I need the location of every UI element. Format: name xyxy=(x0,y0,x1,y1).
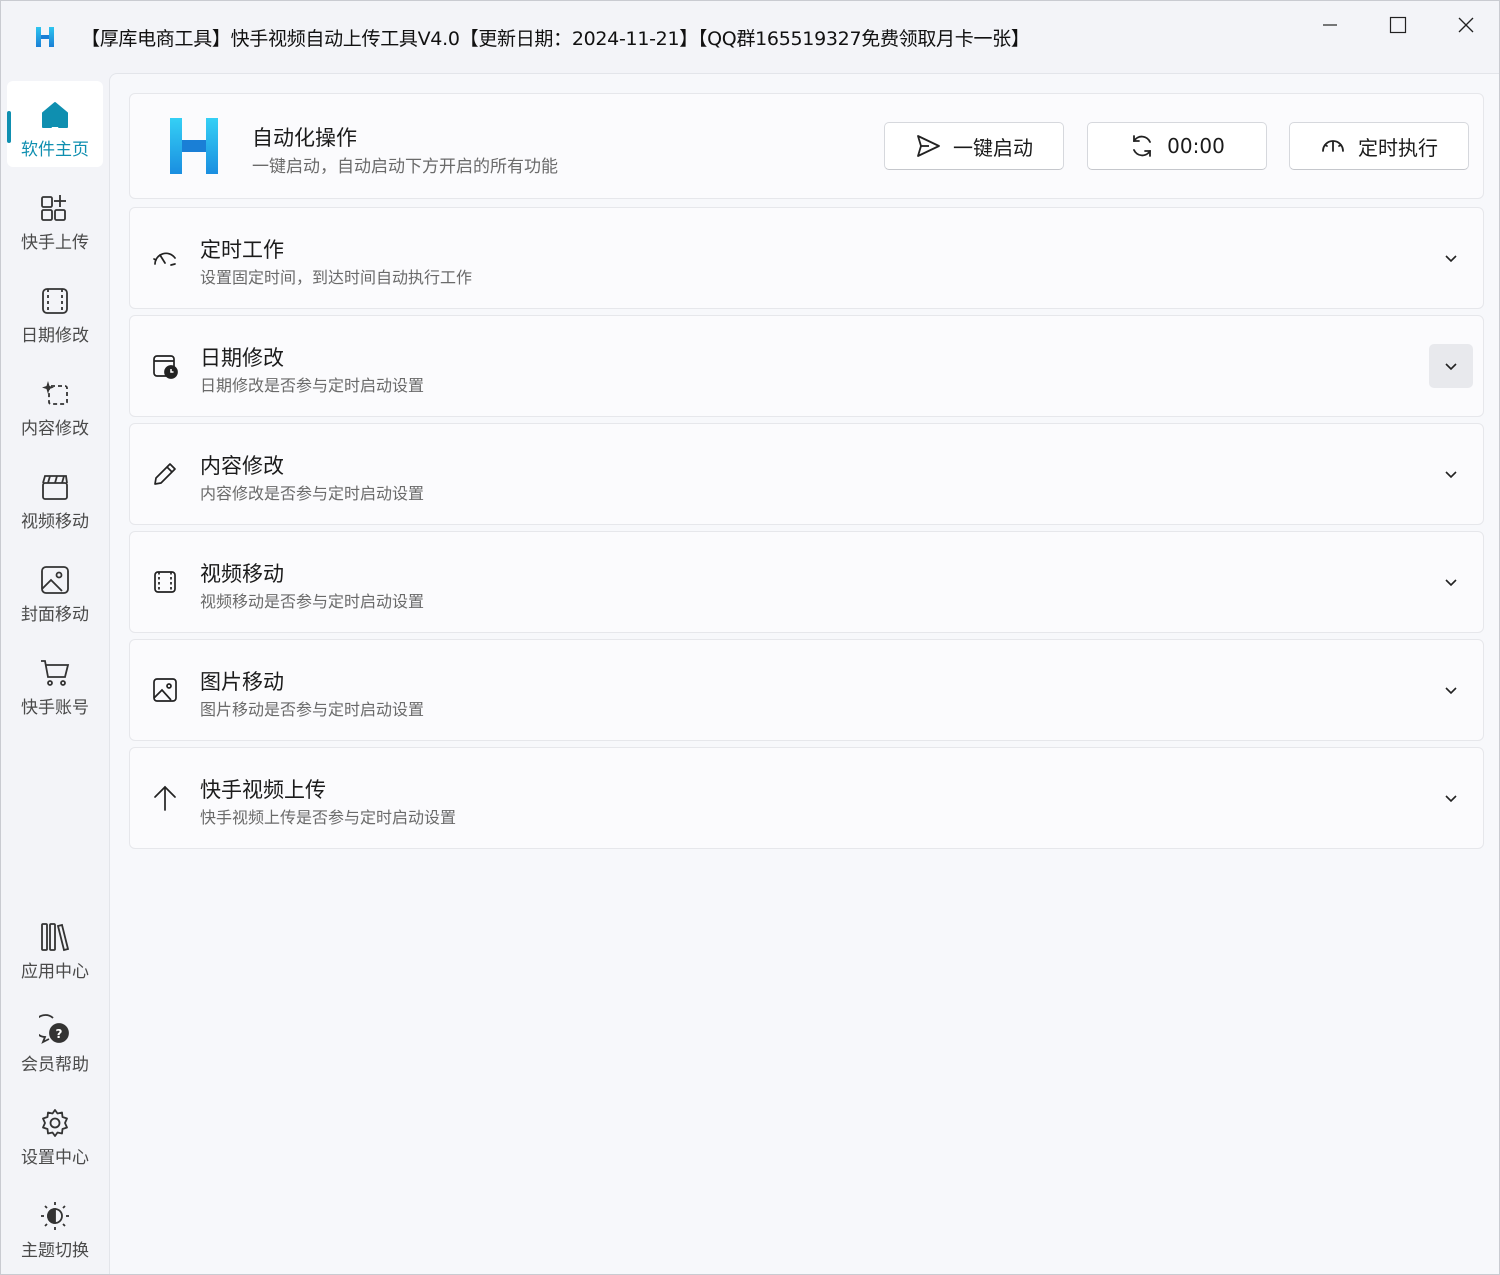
sidebar-item-cover-move[interactable]: 封面移动 xyxy=(7,546,103,632)
expand-toggle[interactable] xyxy=(1429,668,1473,712)
card-title: 视频移动 xyxy=(200,562,284,586)
sidebar-item-content-edit[interactable]: 内容修改 xyxy=(7,360,103,446)
chevron-down-icon xyxy=(1445,579,1457,587)
sidebar-item-label: 封面移动 xyxy=(21,605,89,625)
expand-toggle[interactable] xyxy=(1429,344,1473,388)
title-bar: 【厚库电商工具】快手视频自动上传工具V4.0【更新日期：2024-11-21】【… xyxy=(1,1,1499,73)
chevron-down-icon xyxy=(1445,471,1457,479)
card-subtitle: 快手视频上传是否参与定时启动设置 xyxy=(200,808,457,827)
chevron-down-icon xyxy=(1445,687,1457,695)
gear-icon xyxy=(37,1105,73,1141)
close-button[interactable] xyxy=(1433,1,1499,49)
sidebar-item-date-edit[interactable]: 日期修改 xyxy=(7,267,103,353)
cart-icon xyxy=(37,655,73,691)
hero-subtitle: 一键启动，自动启动下方开启的所有功能 xyxy=(252,157,558,177)
one-click-start-button[interactable]: 一键启动 xyxy=(884,122,1064,170)
sidebar-item-label: 内容修改 xyxy=(21,419,89,439)
sidebar: 软件主页 快手上传 日期修改 内容修改 视频移动 封面移动 快手账号 应用中心 … xyxy=(1,73,109,1275)
sidebar-item-label: 日期修改 xyxy=(21,326,89,346)
hero-title: 自动化操作 xyxy=(252,126,357,150)
close-icon xyxy=(1458,17,1474,33)
library-icon xyxy=(37,919,73,955)
timer-value: 00:00 xyxy=(1167,134,1225,158)
sidebar-item-member-help[interactable]: ? 会员帮助 xyxy=(7,996,103,1082)
sidebar-item-label: 快手账号 xyxy=(21,698,89,718)
expander-image-move[interactable]: 图片移动 图片移动是否参与定时启动设置 xyxy=(129,639,1484,741)
sidebar-item-settings[interactable]: 设置中心 xyxy=(7,1089,103,1175)
expander-kuaishou-video-upload[interactable]: 快手视频上传 快手视频上传是否参与定时启动设置 xyxy=(129,747,1484,849)
automation-header-card: 自动化操作 一键启动，自动启动下方开启的所有功能 一键启动 00:00 定时执行 xyxy=(129,93,1484,199)
window-title: 【厚库电商工具】快手视频自动上传工具V4.0【更新日期：2024-11-21】【… xyxy=(81,28,1030,50)
app-logo-icon xyxy=(36,27,54,47)
gauge-icon xyxy=(150,243,180,273)
sidebar-item-label: 会员帮助 xyxy=(21,1055,89,1075)
film-icon xyxy=(150,567,180,597)
calendar-clock-icon xyxy=(150,351,180,381)
image-icon xyxy=(150,675,180,705)
timer-button[interactable]: 00:00 xyxy=(1087,122,1267,170)
sidebar-item-app-center[interactable]: 应用中心 xyxy=(7,903,103,989)
send-icon xyxy=(915,133,941,159)
expand-toggle[interactable] xyxy=(1429,452,1473,496)
expand-toggle[interactable] xyxy=(1429,560,1473,604)
apps-add-icon xyxy=(37,190,73,226)
sidebar-item-label: 设置中心 xyxy=(21,1148,89,1168)
pencil-icon xyxy=(150,459,180,489)
expander-scheduled-work[interactable]: 定时工作 设置固定时间，到达时间自动执行工作 xyxy=(129,207,1484,309)
clapperboard-icon xyxy=(37,469,73,505)
maximize-button[interactable] xyxy=(1365,1,1431,49)
image-icon xyxy=(37,562,73,598)
app-logo-icon xyxy=(170,118,218,174)
expand-toggle[interactable] xyxy=(1429,776,1473,820)
main-panel: 自动化操作 一键启动，自动启动下方开启的所有功能 一键启动 00:00 定时执行 xyxy=(109,73,1499,1274)
start-button-label: 一键启动 xyxy=(953,135,1033,160)
chevron-down-icon xyxy=(1445,795,1457,803)
chevron-down-icon xyxy=(1445,363,1457,371)
sidebar-item-label: 软件主页 xyxy=(21,140,89,160)
sidebar-item-theme-toggle[interactable]: 主题切换 xyxy=(7,1182,103,1268)
chevron-down-icon xyxy=(1445,255,1457,263)
refresh-icon xyxy=(1129,133,1155,159)
card-subtitle: 日期修改是否参与定时启动设置 xyxy=(200,376,425,395)
maximize-icon xyxy=(1389,16,1407,34)
sidebar-item-kuaishou-upload[interactable]: 快手上传 xyxy=(7,174,103,260)
expand-toggle[interactable] xyxy=(1429,236,1473,280)
gauge-icon xyxy=(1320,133,1346,159)
card-title: 定时工作 xyxy=(200,238,284,262)
scheduled-run-button[interactable]: 定时执行 xyxy=(1289,122,1469,170)
sidebar-item-label: 应用中心 xyxy=(21,962,89,982)
sparkle-select-icon xyxy=(37,376,73,412)
minimize-icon xyxy=(1323,24,1337,26)
card-subtitle: 设置固定时间，到达时间自动执行工作 xyxy=(200,268,473,287)
active-indicator xyxy=(7,111,11,143)
sidebar-item-home[interactable]: 软件主页 xyxy=(7,81,103,167)
card-title: 内容修改 xyxy=(200,454,284,478)
app-window: 【厚库电商工具】快手视频自动上传工具V4.0【更新日期：2024-11-21】【… xyxy=(0,0,1500,1275)
card-title: 快手视频上传 xyxy=(200,778,326,802)
expander-video-move[interactable]: 视频移动 视频移动是否参与定时启动设置 xyxy=(129,531,1484,633)
card-subtitle: 视频移动是否参与定时启动设置 xyxy=(200,592,425,611)
minimize-button[interactable] xyxy=(1297,1,1363,49)
upload-arrow-icon xyxy=(150,783,180,813)
sidebar-item-label: 主题切换 xyxy=(21,1241,89,1261)
card-title: 图片移动 xyxy=(200,670,284,694)
sidebar-item-label: 视频移动 xyxy=(21,512,89,532)
card-title: 日期修改 xyxy=(200,346,284,370)
theme-icon xyxy=(37,1198,73,1234)
expander-content-edit[interactable]: 内容修改 内容修改是否参与定时启动设置 xyxy=(129,423,1484,525)
card-subtitle: 内容修改是否参与定时启动设置 xyxy=(200,484,425,503)
sidebar-item-kuaishou-account[interactable]: 快手账号 xyxy=(7,639,103,725)
schedule-button-label: 定时执行 xyxy=(1358,135,1438,160)
card-subtitle: 图片移动是否参与定时启动设置 xyxy=(200,700,425,719)
svg-text:?: ? xyxy=(56,1027,63,1041)
sidebar-item-video-move[interactable]: 视频移动 xyxy=(7,453,103,539)
home-icon xyxy=(37,97,73,133)
help-chat-icon: ? xyxy=(37,1012,73,1048)
sidebar-item-label: 快手上传 xyxy=(21,233,89,253)
expander-date-edit[interactable]: 日期修改 日期修改是否参与定时启动设置 xyxy=(129,315,1484,417)
film-frame-icon xyxy=(37,283,73,319)
